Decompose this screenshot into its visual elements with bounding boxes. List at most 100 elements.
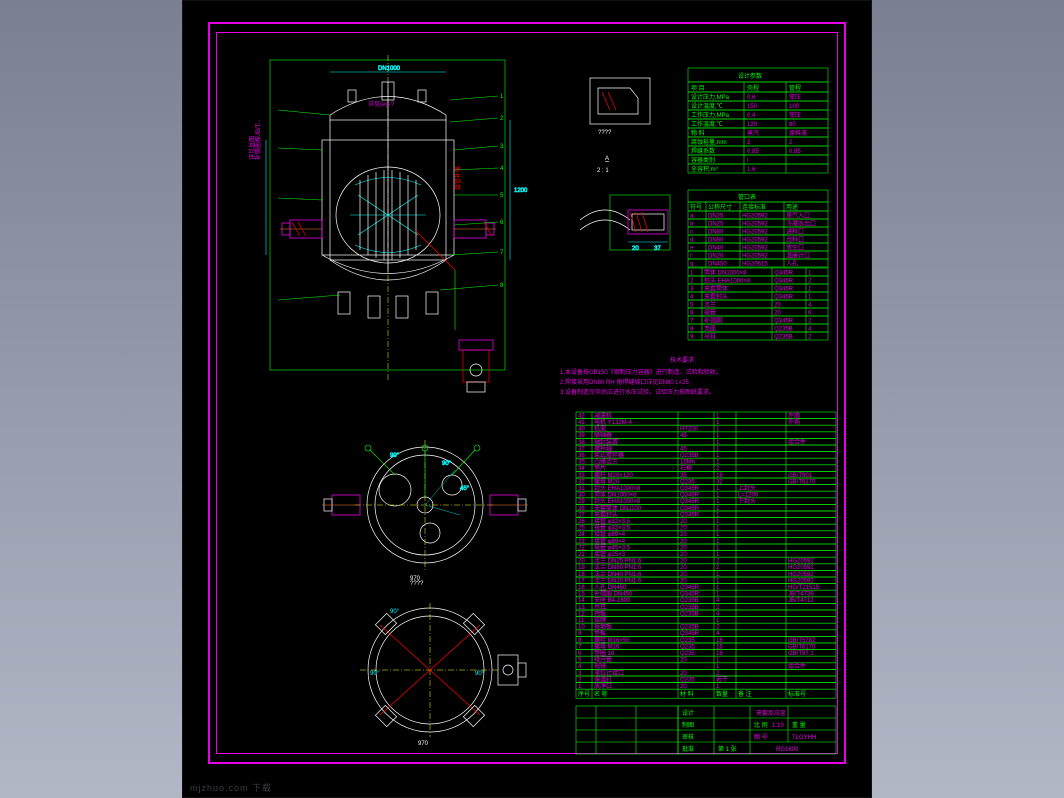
svg-text:桨式搅拌器: 桨式搅拌器 bbox=[594, 451, 624, 459]
svg-text:技术要求: 技术要求 bbox=[670, 356, 694, 364]
nozzle-body: 符号公称尺寸连接标准用途aDN25HG20592蒸汽入口bDN25HG20592… bbox=[688, 202, 828, 268]
svg-text:45°: 45° bbox=[460, 486, 470, 492]
svg-text:工作温度,℃: 工作温度,℃ bbox=[691, 120, 723, 128]
svg-text:DN80: DN80 bbox=[708, 238, 724, 244]
svg-text:出料口: 出料口 bbox=[786, 236, 804, 244]
svg-text:DN40: DN40 bbox=[708, 246, 724, 252]
svg-text:腐蚀裕量,mm: 腐蚀裕量,mm bbox=[691, 138, 727, 146]
svg-text:筒体 DN1000×8: 筒体 DN1000×8 bbox=[594, 491, 637, 499]
svg-text:人孔 DN450: 人孔 DN450 bbox=[594, 583, 627, 591]
svg-text:20: 20 bbox=[774, 311, 781, 317]
svg-text:2: 2 bbox=[808, 319, 812, 325]
note-top: ???? bbox=[410, 581, 424, 587]
svg-text:用途: 用途 bbox=[786, 203, 798, 211]
svg-text:d: d bbox=[690, 238, 693, 244]
detail-mark: ???? bbox=[598, 130, 612, 136]
svg-text:3.设备制造完毕后应进行水压试验，试验压力按图纸要求。: 3.设备制造完毕后应进行水压试验，试验压力按图纸要求。 bbox=[560, 388, 715, 396]
svg-text:搅拌轴: 搅拌轴 bbox=[594, 444, 612, 452]
svg-text:管程: 管程 bbox=[789, 84, 801, 92]
svg-text:e: e bbox=[690, 246, 694, 252]
svg-text:1200: 1200 bbox=[514, 188, 528, 194]
svg-text:Q235B: Q235B bbox=[774, 335, 793, 341]
svg-text:全容积,m³: 全容积,m³ bbox=[691, 165, 718, 173]
svg-text:2: 2 bbox=[690, 279, 694, 285]
svg-text:A: A bbox=[605, 156, 609, 162]
svg-text:夹套封头: 夹套封头 bbox=[594, 510, 618, 518]
svg-text:8: 8 bbox=[690, 327, 694, 333]
support-bcd: 970 bbox=[418, 741, 429, 747]
svg-text:0.6: 0.6 bbox=[747, 95, 756, 101]
svg-text:f: f bbox=[690, 254, 692, 260]
balloon: 4 bbox=[500, 166, 504, 172]
svg-text:4: 4 bbox=[808, 303, 812, 309]
svg-text:螺母 M20: 螺母 M20 bbox=[594, 477, 620, 485]
svg-text:物 料: 物 料 bbox=[691, 129, 705, 137]
svg-text:1: 1 bbox=[690, 271, 694, 277]
svg-text:接管 φ32×3.5: 接管 φ32×3.5 bbox=[594, 517, 631, 525]
svg-text:法兰 DN20 PN1.6: 法兰 DN20 PN1.6 bbox=[594, 576, 642, 584]
svg-text:1: 1 bbox=[808, 295, 812, 301]
svg-text:HG20615: HG20615 bbox=[742, 262, 768, 268]
svg-text:联轴器: 联轴器 bbox=[594, 431, 612, 439]
svg-text:90°: 90° bbox=[390, 453, 400, 459]
svg-text:挡板: 挡板 bbox=[594, 609, 606, 617]
svg-text:1.本设备按GB150《钢制压力容器》进行制造、试验和验收。: 1.本设备按GB150《钢制压力容器》进行制造、试验和验收。 bbox=[560, 368, 722, 376]
svg-text:垫板: 垫板 bbox=[594, 629, 606, 637]
svg-text:蒸汽: 蒸汽 bbox=[747, 129, 759, 137]
svg-text:凸缘法兰: 凸缘法兰 bbox=[594, 458, 618, 466]
svg-text:150: 150 bbox=[747, 104, 758, 110]
svg-text:90°: 90° bbox=[475, 671, 485, 677]
svg-text:90°: 90° bbox=[370, 671, 380, 677]
svg-text:2: 2 bbox=[789, 140, 793, 146]
svg-text:支座 B4-1600: 支座 B4-1600 bbox=[594, 596, 631, 604]
detail-a-label: A 2 : 1 bbox=[597, 156, 609, 174]
svg-text:2 : 1: 2 : 1 bbox=[597, 168, 609, 174]
svg-text:原料液: 原料液 bbox=[789, 129, 807, 137]
svg-text:蒸汽入口: 蒸汽入口 bbox=[786, 212, 810, 220]
balloon: 2 bbox=[500, 116, 504, 122]
svg-text:夹套筒体: 夹套筒体 bbox=[704, 285, 728, 293]
svg-text:2.焊接采用DN80 RH 角焊缝坡口详见DN80 L<25: 2.焊接采用DN80 RH 角焊缝坡口详见DN80 L<25 bbox=[560, 378, 690, 386]
svg-text:90°: 90° bbox=[442, 461, 452, 467]
svg-text:DN80: DN80 bbox=[708, 230, 724, 236]
svg-text:工作压力,MPa: 工作压力,MPa bbox=[691, 111, 730, 119]
svg-text:法兰 DN80 PN1.6: 法兰 DN80 PN1.6 bbox=[594, 563, 642, 571]
svg-text:铭牌: 铭牌 bbox=[594, 616, 606, 624]
svg-text:20: 20 bbox=[774, 303, 781, 309]
svg-text:设计压力,MPa: 设计压力,MPa bbox=[691, 93, 730, 101]
svg-text:3: 3 bbox=[690, 287, 694, 293]
svg-text:接管 φ45×3.5: 接管 φ45×3.5 bbox=[594, 543, 631, 551]
dst-body: 1筒体 DN1000×8Q345R12封头 EHA1000×8Q345R23夹套… bbox=[688, 268, 828, 341]
svg-text:HG20592: HG20592 bbox=[742, 254, 768, 260]
svg-text:垫圈 16: 垫圈 16 bbox=[594, 649, 615, 657]
svg-text:封头 EHA1000×8: 封头 EHA1000×8 bbox=[704, 277, 751, 285]
svg-text:符号: 符号 bbox=[690, 203, 702, 211]
svg-text:上封头: 上封头 bbox=[738, 484, 756, 492]
svg-text:HG20592: HG20592 bbox=[742, 238, 768, 244]
rev-block bbox=[576, 706, 678, 754]
svg-text:b: b bbox=[690, 222, 694, 228]
svg-text:制图: 制图 bbox=[682, 721, 694, 729]
svg-text:接管 φ89×4: 接管 φ89×4 bbox=[594, 530, 626, 538]
svg-text:排污管: 排污管 bbox=[594, 656, 612, 664]
svg-text:温度计口: 温度计口 bbox=[786, 252, 810, 260]
svg-text:壳程: 壳程 bbox=[747, 84, 759, 92]
svg-text:接管 φ25×3: 接管 φ25×3 bbox=[594, 550, 626, 558]
svg-text:80: 80 bbox=[789, 122, 796, 128]
svg-text:管口表: 管口表 bbox=[738, 193, 756, 201]
svg-text:冷凝水出口: 冷凝水出口 bbox=[786, 220, 816, 228]
detail-a: ???? bbox=[590, 78, 650, 136]
svg-text:夹套反应釜: 夹套反应釜 bbox=[756, 709, 786, 717]
balloon: 6 bbox=[500, 220, 504, 226]
svg-text:视镜: 视镜 bbox=[594, 662, 606, 670]
spec-table: 设计参数 项 目壳程管程设计压力,MPa0.6常压设计温度,℃150100工作压… bbox=[688, 68, 828, 173]
svg-text:法兰 DN40 PN1.6: 法兰 DN40 PN1.6 bbox=[594, 570, 642, 578]
svg-text:常压: 常压 bbox=[789, 93, 801, 101]
svg-text:7: 7 bbox=[690, 319, 694, 325]
svg-text:外购: 外购 bbox=[788, 411, 800, 419]
svg-text:重 量: 重 量 bbox=[792, 721, 806, 729]
svg-text:接管 φ89×4: 接管 φ89×4 bbox=[594, 537, 626, 545]
svg-text:接地板: 接地板 bbox=[594, 623, 612, 631]
title-block: 设计 制图 审核 批准 夹套反应釜 比 例 1:10 重 量 图 号 TLGYH… bbox=[678, 706, 836, 754]
svg-text:DN1000: DN1000 bbox=[378, 66, 401, 72]
